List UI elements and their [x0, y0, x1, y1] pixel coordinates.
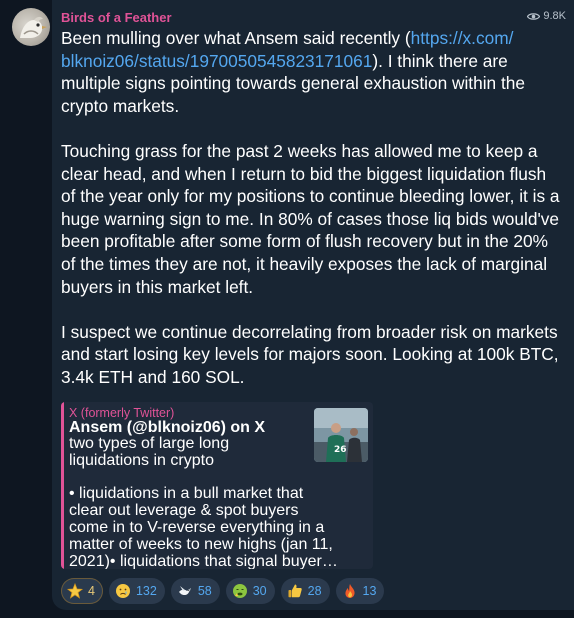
- link-preview-description: • liquidations in a bull market that cle…: [69, 485, 369, 569]
- eye-icon: [527, 12, 541, 20]
- reaction-thumbs-up[interactable]: 28: [280, 578, 330, 604]
- message-text-segment: ). I think there are: [372, 50, 508, 71]
- message-line: crypto markets.: [61, 95, 180, 116]
- message-line: been profitable after some form of flush…: [61, 231, 549, 252]
- message-text: Been mulling over what Ansem said recent…: [61, 27, 574, 389]
- message-line: blknoiz06/status/1970050545823171061). I…: [61, 50, 574, 73]
- message-line: Touching grass for the past 2 weeks has …: [61, 140, 538, 161]
- link-preview-description-line: clear out leverage & spot buyers: [69, 502, 299, 519]
- crying-face-icon: [115, 583, 131, 599]
- tweet-link[interactable]: https://x.com/: [411, 28, 514, 48]
- channel-avatar[interactable]: [12, 8, 50, 46]
- link-preview-site: X (formerly Twitter): [69, 406, 175, 420]
- link-preview-thumbnail[interactable]: 26: [314, 408, 368, 462]
- link-preview-description-line: 2021)• liquidations that signal buyer…: [69, 553, 338, 569]
- message-line: of the times they are not, it heavily ex…: [61, 253, 548, 274]
- message-line: multiple signs pointing towards general …: [61, 73, 525, 94]
- reaction-crying-face[interactable]: 132: [108, 578, 165, 604]
- reaction-count: 28: [307, 584, 322, 598]
- reaction-star[interactable]: 4: [61, 578, 103, 604]
- dove-icon: [177, 583, 193, 599]
- message-line: and start losing key levels for majors s…: [61, 344, 559, 365]
- star-icon: [67, 583, 83, 599]
- channel-name[interactable]: Birds of a Feather: [61, 10, 172, 25]
- message-paragraph-3: I suspect we continue decorrelating from…: [61, 321, 574, 389]
- reaction-nauseated-face[interactable]: 30: [225, 578, 275, 604]
- message-line: of the year only for my positions to con…: [61, 186, 560, 207]
- link-preview-description-line: come in to V-reverse everything in a: [69, 519, 325, 536]
- message-line: Been mulling over what Ansem said recent…: [61, 27, 574, 50]
- reactions-bar: 4 132 58 30 28 13: [61, 578, 385, 604]
- view-count-value: 9.8K: [543, 10, 566, 22]
- link-preview-subtitle-line: liquidations in crypto: [69, 452, 214, 469]
- link-preview-description-line: matter of weeks to new highs (jan 11,: [69, 536, 333, 553]
- message-line: I suspect we continue decorrelating from…: [61, 321, 558, 342]
- view-count: 9.8K: [527, 10, 566, 22]
- link-preview-description-line: • liquidations in a bull market that: [69, 485, 304, 502]
- chat-view: Birds of a Feather 9.8K Been mulling ove…: [0, 0, 574, 618]
- link-preview-accent-bar: [61, 402, 64, 569]
- thumbnail-image: 26: [314, 408, 368, 462]
- reaction-count: 58: [197, 584, 212, 598]
- message-line: clear head, and when I return to bid the…: [61, 163, 547, 184]
- reaction-dove[interactable]: 58: [170, 578, 220, 604]
- reaction-count: 30: [252, 584, 267, 598]
- message-text-segment: Been mulling over what Ansem said recent…: [61, 28, 411, 48]
- reaction-count: 13: [362, 584, 377, 598]
- message-paragraph-1: Been mulling over what Ansem said recent…: [61, 27, 574, 117]
- fire-icon: [342, 583, 358, 599]
- bird-avatar-icon: [20, 16, 47, 38]
- thumbs-up-icon: [287, 583, 303, 599]
- link-preview[interactable]: X (formerly Twitter) Ansem (@blknoiz06) …: [61, 402, 373, 569]
- tweet-link-continued[interactable]: blknoiz06/status/1970050545823171061: [61, 51, 372, 71]
- message-line: 3.4k ETH and 160 SOL.: [61, 366, 245, 387]
- link-preview-subtitle-line: two types of large long: [69, 435, 230, 452]
- message-paragraph-2: Touching grass for the past 2 weeks has …: [61, 140, 574, 298]
- message-line: huge warning sign to me. In 80% of cases…: [61, 208, 560, 229]
- nauseated-face-icon: [232, 583, 248, 599]
- reaction-count: 4: [88, 584, 95, 598]
- reaction-count: 132: [135, 584, 157, 598]
- reaction-fire[interactable]: 13: [335, 578, 385, 604]
- svg-text:26: 26: [334, 445, 347, 455]
- link-preview-subtitle: two types of large long liquidations in …: [69, 435, 304, 469]
- message-line: buyers in this market left.: [61, 276, 254, 297]
